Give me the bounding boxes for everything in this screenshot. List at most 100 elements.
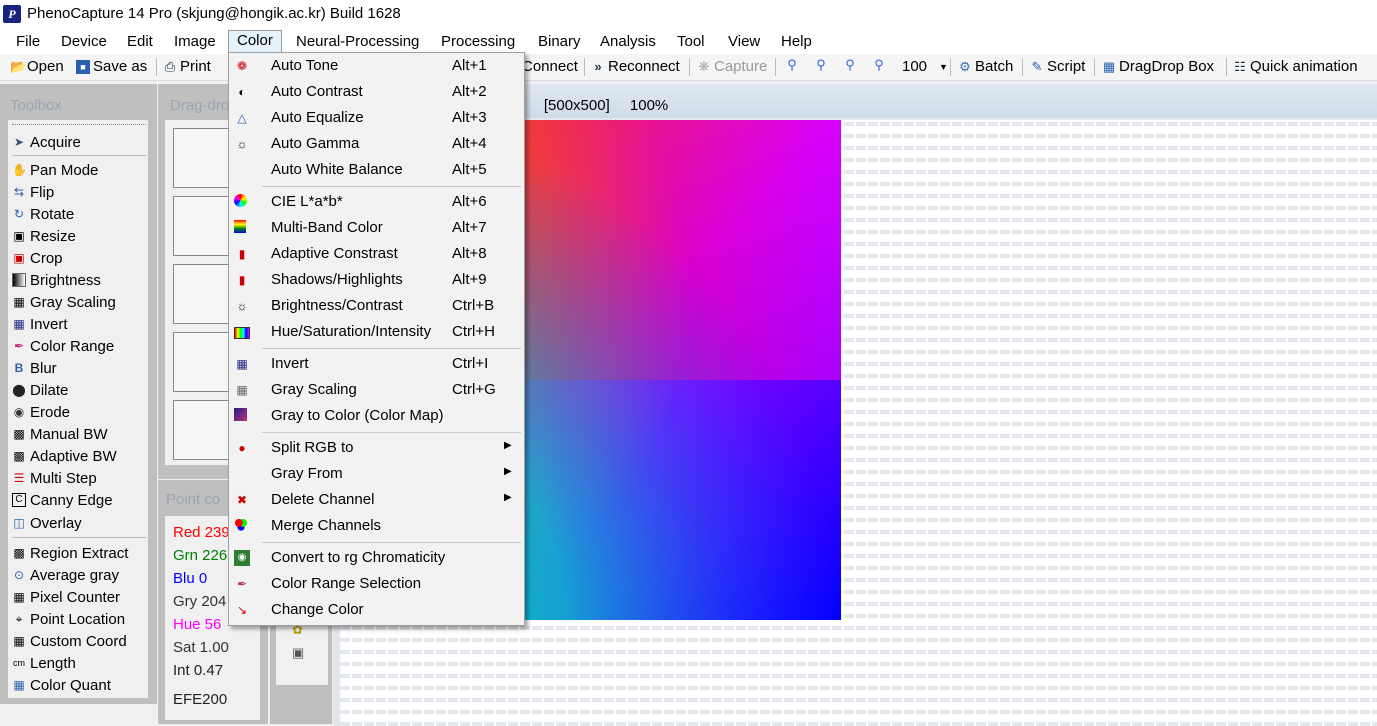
tool-gray-scaling[interactable]: ▦ Gray Scaling: [12, 292, 116, 312]
tool-color-quant[interactable]: ▦ Color Quant: [12, 675, 111, 695]
menu-auto-gamma[interactable]: ☼ Auto Gamma Alt+4: [229, 131, 522, 157]
eyedropper-icon: ✒: [13, 339, 25, 353]
multi-step-icon: ☰: [13, 471, 25, 485]
menu-color[interactable]: Color: [228, 30, 282, 54]
tool-rotate[interactable]: ↻ Rotate: [12, 204, 74, 224]
capture-icon: ❋: [698, 58, 710, 74]
tool-color-range[interactable]: ✒ Color Range: [12, 336, 114, 356]
menu-gray-scaling[interactable]: ▦ Gray Scaling Ctrl+G: [229, 377, 522, 403]
tool-dilate[interactable]: ⬤ Dilate: [12, 380, 68, 400]
menu-image[interactable]: Image: [174, 32, 216, 54]
toolbar-separator: [950, 58, 951, 76]
dragdrop-slot[interactable]: [173, 332, 233, 392]
connect-button[interactable]: Connect: [522, 58, 578, 75]
red-value: Red 239: [173, 524, 230, 541]
capture-button[interactable]: ❋ Capture: [697, 58, 768, 75]
menu-gray-from[interactable]: Gray From ▶: [229, 461, 522, 487]
chromaticity-icon: ◉: [234, 550, 250, 566]
tool-adaptive-bw[interactable]: ▩ Adaptive BW: [12, 446, 116, 466]
length-icon: cm: [13, 658, 25, 668]
menu-auto-equalize[interactable]: △ Auto Equalize Alt+3: [229, 105, 522, 131]
batch-button[interactable]: ⚙ Batch: [958, 58, 1013, 75]
tool-flip[interactable]: ⇆ Flip: [12, 182, 54, 202]
zoom-select[interactable]: 100 ▼: [902, 58, 948, 75]
tool-invert[interactable]: ▦ Invert: [12, 314, 67, 334]
select-shape-icon[interactable]: ▣: [292, 645, 304, 661]
menu-auto-white-balance[interactable]: Auto White Balance Alt+5: [229, 157, 522, 183]
menu-help[interactable]: Help: [781, 32, 812, 54]
menu-brightness-contrast[interactable]: ☼ Brightness/Contrast Ctrl+B: [229, 293, 522, 319]
tool-overlay[interactable]: ◫ Overlay: [12, 513, 81, 533]
menu-separator: [262, 542, 521, 543]
tool-multi-step[interactable]: ☰ Multi Step: [12, 468, 97, 488]
printer-icon: ⎙: [164, 58, 176, 74]
script-button[interactable]: ✎ Script: [1030, 58, 1086, 75]
dragdrop-slot[interactable]: [173, 400, 233, 460]
menu-merge-channels[interactable]: Merge Channels: [229, 513, 522, 539]
tool-average-gray[interactable]: ⊙ Average gray: [12, 565, 119, 585]
zoom-actual-button[interactable]: ⚲: [872, 58, 886, 72]
menu-processing[interactable]: Processing: [441, 32, 515, 54]
dragdrop-slot[interactable]: [173, 196, 233, 256]
menu-split-rgb-to[interactable]: ● Split RGB to ▶: [229, 435, 522, 461]
folder-icon: 📂: [10, 58, 27, 74]
color-wheel-icon: [234, 194, 247, 207]
menu-invert[interactable]: ▦ Invert Ctrl+I: [229, 351, 522, 377]
overlay-icon: ◫: [13, 516, 25, 530]
tool-blur[interactable]: B Blur: [12, 358, 57, 378]
menu-shadows-highlights[interactable]: ▮ Shadows/Highlights Alt+9: [229, 267, 522, 293]
crop-icon: ▣: [13, 251, 25, 265]
canny-edge-icon: C: [12, 493, 26, 507]
save-as-button[interactable]: ■ Save as: [76, 58, 147, 75]
quick-animation-button[interactable]: ☷ Quick animation: [1233, 58, 1357, 75]
menu-multi-band-color[interactable]: Multi-Band Color Alt+7: [229, 215, 522, 241]
menu-neural-processing[interactable]: Neural-Processing: [296, 32, 419, 54]
menu-auto-contrast[interactable]: ◐ Auto Contrast Alt+2: [229, 79, 522, 105]
menu-delete-channel[interactable]: ✖ Delete Channel ▶: [229, 487, 522, 513]
window-title: PhenoCapture 14 Pro (skjung@hongik.ac.kr…: [27, 5, 401, 22]
zoom-fit-button[interactable]: ⚲: [785, 58, 799, 72]
tool-pixel-counter[interactable]: ▦ Pixel Counter: [12, 587, 120, 607]
tool-erode[interactable]: ◉ Erode: [12, 402, 70, 422]
tool-region-extract[interactable]: ▩ Region Extract: [12, 543, 128, 563]
point-location-icon: ⌖: [15, 612, 23, 626]
menu-analysis[interactable]: Analysis: [600, 32, 656, 54]
dragdrop-slot[interactable]: [173, 264, 233, 324]
menu-edit[interactable]: Edit: [127, 32, 153, 54]
brightness-icon: [12, 273, 26, 287]
zoom-in-button[interactable]: ⚲: [814, 58, 828, 72]
menu-tool[interactable]: Tool: [677, 32, 705, 54]
menu-file[interactable]: File: [16, 32, 40, 54]
menu-auto-tone[interactable]: ❁ Auto Tone Alt+1: [229, 53, 522, 79]
reconnect-button[interactable]: » Reconnect: [591, 58, 679, 75]
tool-pan-mode[interactable]: ✋ Pan Mode: [12, 160, 98, 180]
open-button[interactable]: 📂 Open: [10, 58, 64, 75]
average-gray-icon: ⊙: [13, 568, 25, 582]
menu-cie-lab[interactable]: CIE L*a*b* Alt+6: [229, 189, 522, 215]
print-button[interactable]: ⎙ Print: [163, 58, 211, 75]
tool-custom-coord[interactable]: ▦ Custom Coord: [12, 631, 126, 651]
tool-acquire[interactable]: ➤ Acquire: [12, 132, 81, 152]
menu-adaptive-constrast[interactable]: ▮ Adaptive Constrast Alt+8: [229, 241, 522, 267]
tool-crop[interactable]: ▣ Crop: [12, 248, 62, 268]
menu-change-color[interactable]: ↘ Change Color: [229, 597, 522, 623]
dragdrop-box-button[interactable]: ▦ DragDrop Box: [1102, 58, 1214, 75]
menu-hue-saturation-intensity[interactable]: Hue/Saturation/Intensity Ctrl+H: [229, 319, 522, 345]
menu-gray-to-color[interactable]: Gray to Color (Color Map): [229, 403, 522, 429]
zoom-out-button[interactable]: ⚲: [843, 58, 857, 72]
menu-color-range-selection[interactable]: ✒ Color Range Selection: [229, 571, 522, 597]
menu-view[interactable]: View: [728, 32, 760, 54]
tool-manual-bw[interactable]: ▩ Manual BW: [12, 424, 107, 444]
tool-length[interactable]: cm Length: [12, 653, 76, 673]
dragdrop-slot[interactable]: [173, 128, 233, 188]
submenu-arrow-icon: ▶: [504, 466, 512, 477]
tool-resize[interactable]: ▣ Resize: [12, 226, 76, 246]
menu-separator: [262, 186, 521, 187]
custom-coord-icon: ▦: [13, 634, 25, 648]
menu-binary[interactable]: Binary: [538, 32, 581, 54]
tool-brightness[interactable]: Brightness: [12, 270, 101, 290]
tool-canny-edge[interactable]: C Canny Edge: [12, 490, 113, 510]
menu-device[interactable]: Device: [61, 32, 107, 54]
tool-point-location[interactable]: ⌖ Point Location: [12, 609, 125, 629]
menu-convert-rg-chromaticity[interactable]: ◉ Convert to rg Chromaticity: [229, 545, 522, 571]
